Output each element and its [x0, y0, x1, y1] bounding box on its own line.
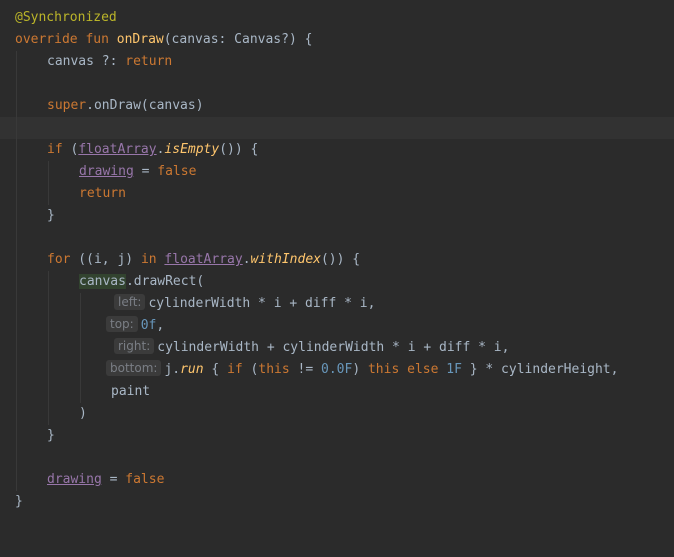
identifier-canvas: canvas [47, 54, 94, 69]
assign: = [101, 472, 126, 487]
code-line-4[interactable] [0, 73, 674, 95]
function-isempty: isEmpty [164, 142, 220, 157]
code-line-12[interactable]: for ((i, j) in floatArray.withIndex()) { [0, 249, 674, 271]
property-floatarray: floatArray [164, 252, 243, 267]
keyword-false: false [125, 472, 165, 487]
paren: ( [242, 362, 259, 377]
keyword-super: super [47, 98, 87, 113]
function-name-ondraw: onDraw [116, 32, 164, 47]
code-line-13[interactable]: canvas.drawRect( [0, 271, 674, 293]
keyword-this: this [258, 362, 290, 377]
code-line-5[interactable]: super.onDraw(canvas) [0, 95, 674, 117]
param-hint-top: top: [106, 316, 138, 332]
code-line-3[interactable]: canvas ?: return [0, 51, 674, 73]
number-zero: 0.0F [321, 362, 353, 377]
code-line-11[interactable] [0, 227, 674, 249]
code-line-8[interactable]: drawing = false [0, 161, 674, 183]
code-line-16[interactable]: right: cylinderWidth + cylinderWidth * i … [0, 337, 674, 359]
code-line-1[interactable]: @Synchronized [0, 7, 674, 29]
dot: . [242, 252, 251, 267]
code-line-15[interactable]: top: 0f, [0, 315, 674, 337]
function-withindex: withIndex [250, 252, 321, 267]
code-line-20[interactable]: } [0, 425, 674, 447]
property-floatarray: floatArray [78, 142, 157, 157]
drawrect-call: .drawRect( [125, 274, 205, 289]
code-line-2[interactable]: override fun onDraw(canvas: Canvas?) { [0, 29, 674, 51]
for-vars: ((i, j) [70, 252, 141, 267]
if-tail: ()) { [219, 142, 259, 157]
keyword-this: this [367, 362, 400, 377]
keyword-return: return [125, 54, 173, 69]
comma: , [156, 318, 165, 333]
closing-brace: } [47, 428, 55, 443]
closing-paren: ) [79, 406, 87, 421]
keyword-if: if [227, 362, 243, 377]
closing-brace: } [47, 208, 55, 223]
elvis-operator: ?: [93, 54, 126, 69]
code-line-14[interactable]: left: cylinderWidth * i + diff * i, [0, 293, 674, 315]
property-drawing: drawing [47, 472, 102, 487]
code-line-22[interactable]: drawing = false [0, 469, 674, 491]
closing-brace: } [15, 494, 23, 509]
keyword-false: false [157, 164, 197, 179]
keyword-override: override [15, 32, 78, 47]
code-line-21[interactable] [0, 447, 674, 469]
code-line-18[interactable]: paint [0, 381, 674, 403]
identifier-canvas-highlighted: canvas [79, 274, 126, 289]
lambda-open: { [203, 362, 228, 377]
number-one: 1F [446, 362, 462, 377]
not-equal: != [289, 362, 322, 377]
function-params: (canvas: Canvas?) { [163, 32, 313, 47]
code-editor[interactable]: @Synchronized override fun onDraw(canvas… [0, 0, 674, 515]
keyword-in: in [140, 252, 157, 267]
arg-right: cylinderWidth + cylinderWidth * i + diff… [157, 340, 510, 355]
param-hint-bottom: bottom: [106, 360, 162, 376]
arg-bottom-tail: } * cylinderHeight, [461, 362, 619, 377]
code-line-6-current[interactable] [0, 117, 674, 139]
annotation-synchronized: @Synchronized [15, 10, 117, 25]
paren: ( [62, 142, 79, 157]
keyword-if: if [47, 142, 63, 157]
keyword-return: return [79, 186, 126, 201]
code-line-9[interactable]: return [0, 183, 674, 205]
param-hint-right: right: [114, 338, 155, 354]
assign: = [133, 164, 158, 179]
function-run: run [180, 362, 204, 377]
super-ondraw-call: .onDraw(canvas) [86, 98, 204, 113]
keyword-fun: fun [85, 32, 109, 47]
code-line-17[interactable]: bottom: j.run { if (this != 0.0F) this el… [0, 359, 674, 381]
arg-top: 0f [140, 318, 157, 333]
code-line-10[interactable]: } [0, 205, 674, 227]
code-line-7[interactable]: if (floatArray.isEmpty()) { [0, 139, 674, 161]
param-hint-left: left: [114, 294, 146, 310]
keyword-else: else [407, 362, 439, 377]
keyword-for: for [47, 252, 71, 267]
identifier-paint: paint [111, 384, 151, 399]
property-drawing: drawing [79, 164, 134, 179]
paren-close: ) [352, 362, 368, 377]
identifier-j: j. [164, 362, 181, 377]
code-line-19[interactable]: ) [0, 403, 674, 425]
code-line-23[interactable]: } [0, 491, 674, 513]
arg-left: cylinderWidth * i + diff * i, [148, 296, 376, 311]
for-tail: ()) { [320, 252, 361, 267]
